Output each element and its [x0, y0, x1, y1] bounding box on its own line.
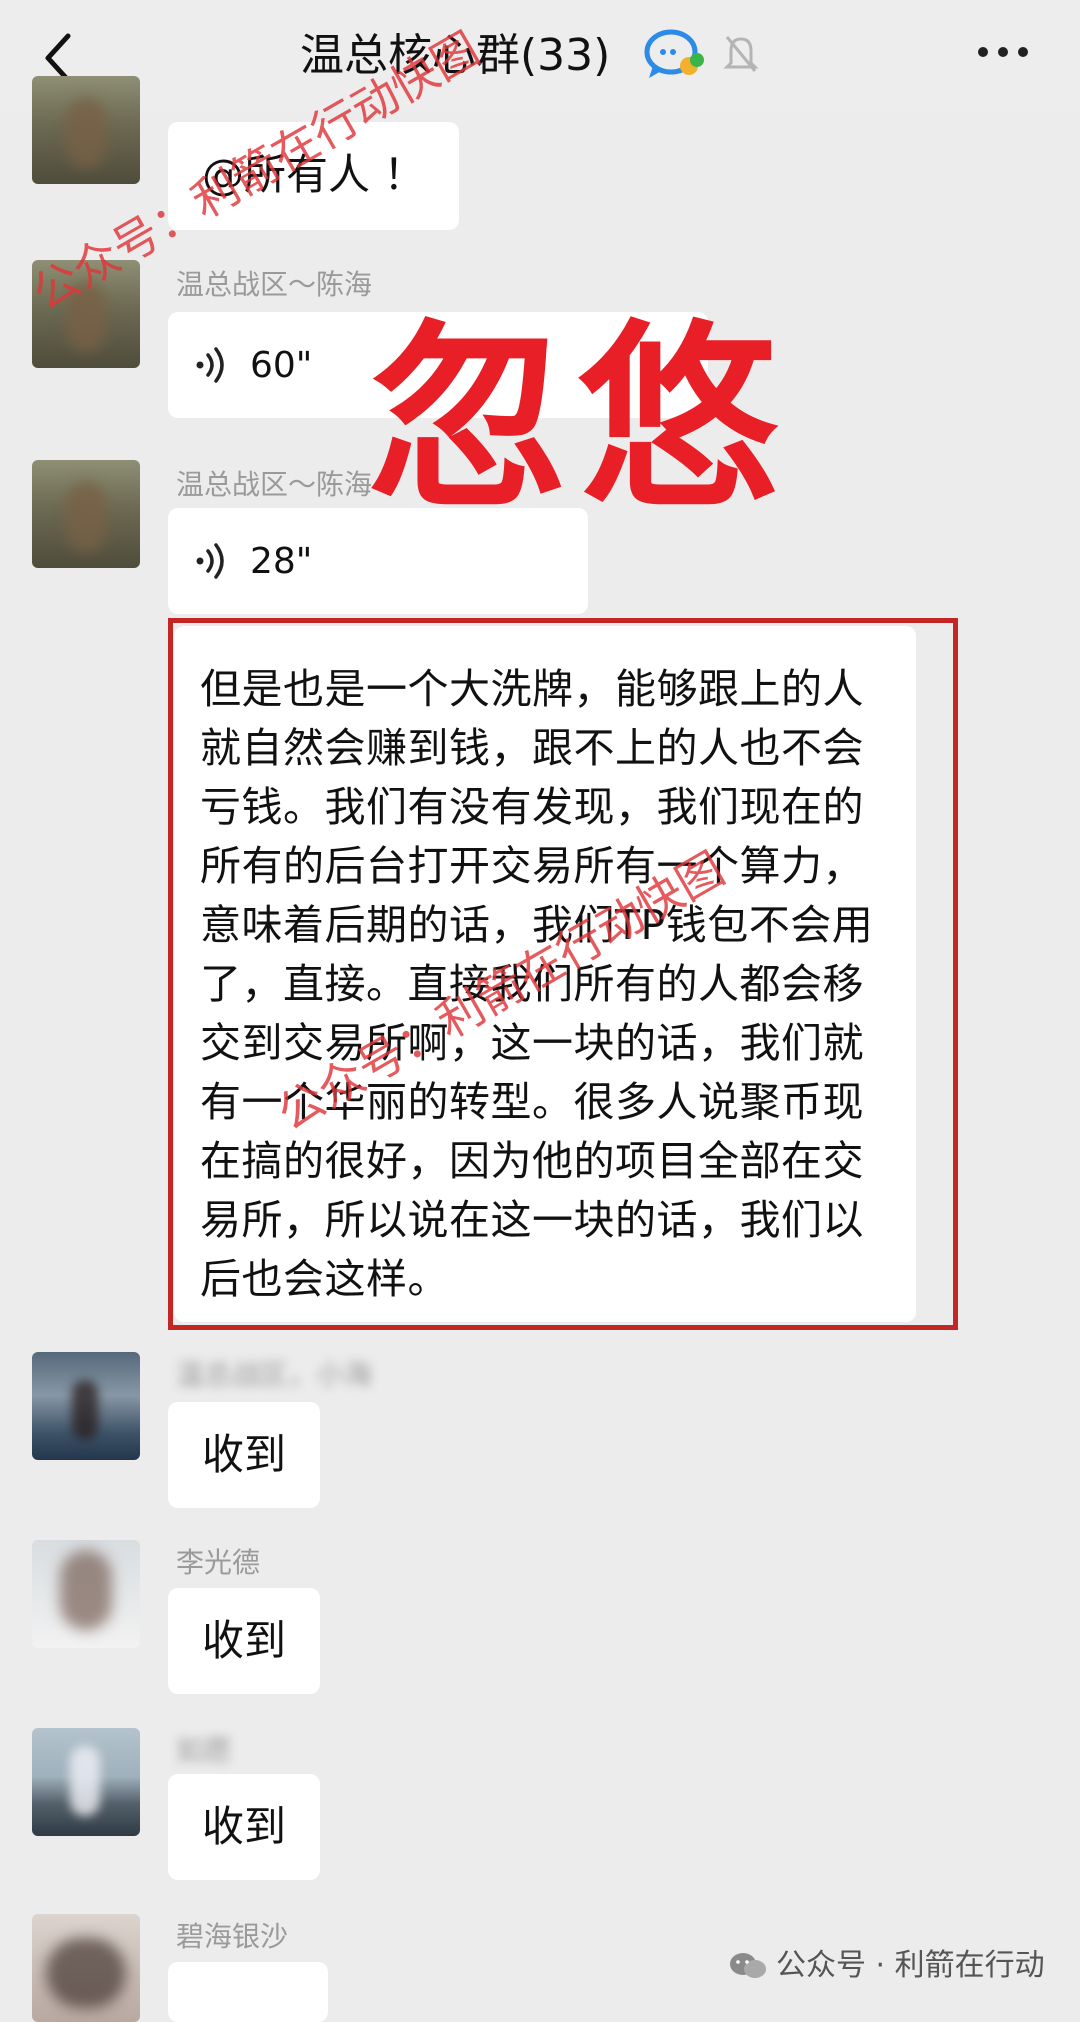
voice-wave-icon	[196, 543, 224, 579]
message-text: 收到	[202, 1430, 287, 1479]
group-chat-icon[interactable]	[643, 26, 705, 82]
avatar[interactable]	[32, 1540, 140, 1648]
message-bubble[interactable]: 收到	[168, 1588, 321, 1694]
chat-header: 温总核心群(33)	[0, 0, 1080, 112]
voice-duration: 28"	[250, 540, 313, 582]
sender-name-text: 温总战区，小海	[176, 1358, 373, 1391]
sender-name-text: 李光德	[176, 1546, 261, 1579]
sender-name: 碧海银沙	[176, 1918, 288, 1956]
message-text: 收到	[202, 1616, 287, 1665]
mute-bell-icon[interactable]	[723, 33, 759, 75]
sender-name: 李光德	[176, 1544, 260, 1582]
message-bubble[interactable]: 收到	[168, 1402, 321, 1508]
sender-name-text: 温总战区～陈海	[176, 268, 373, 301]
message-bubble[interactable]	[168, 1962, 328, 2022]
sender-name: 温总战区～陈海	[176, 466, 372, 504]
more-dots-icon[interactable]	[975, 44, 1031, 60]
wechat-icon	[730, 1953, 766, 1978]
sender-name: 温总战区～陈海	[176, 266, 372, 304]
avatar[interactable]	[32, 76, 140, 184]
voice-duration: 60"	[250, 344, 313, 386]
sender-name-text: 如愿	[176, 1734, 233, 1767]
sender-name-text: 温总战区～陈海	[176, 468, 373, 501]
avatar[interactable]	[32, 1352, 140, 1460]
sender-name: 温总战区，小海	[176, 1356, 372, 1394]
message-text: 收到	[202, 1802, 287, 1851]
sender-name-text: 碧海银沙	[176, 1920, 289, 1953]
sender-name: 如愿	[176, 1732, 232, 1770]
footer-watermark-text: 公众号 · 利箭在行动	[776, 1948, 1045, 1983]
message-bubble[interactable]: 收到	[168, 1774, 321, 1880]
voice-wave-icon	[196, 347, 224, 383]
avatar[interactable]	[32, 1728, 140, 1836]
stamp-text: 忽悠	[368, 303, 789, 536]
avatar[interactable]	[32, 460, 140, 568]
footer-watermark: 公众号 · 利箭在行动	[728, 1944, 1045, 1988]
